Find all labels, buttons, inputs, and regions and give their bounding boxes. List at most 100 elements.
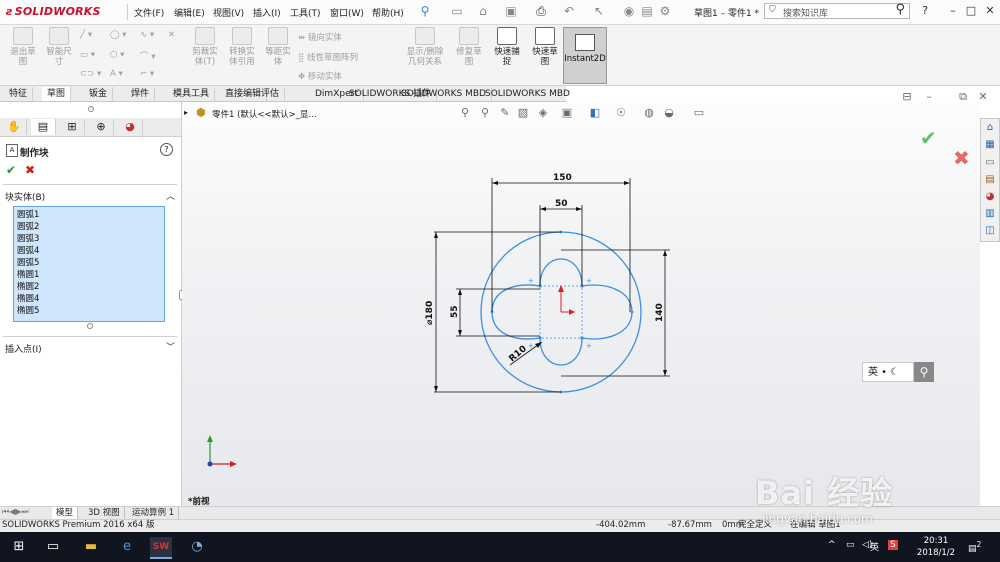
ok-check-icon[interactable]: ✔ xyxy=(6,163,16,177)
solidworks-logo[interactable]: ƨ SOLIDWORKS xyxy=(6,4,128,20)
tab-sketch[interactable]: 草图 xyxy=(42,87,72,101)
tab-surfaces[interactable]: 钣金 xyxy=(84,87,114,101)
circle-tool-icon[interactable]: ◯ ▾ xyxy=(110,30,126,40)
select-icon[interactable]: ↖ xyxy=(592,4,606,18)
dynamic-annotation-icon[interactable]: ◈ xyxy=(536,106,550,120)
menu-insert[interactable]: 插入(I) xyxy=(253,6,281,19)
file-explorer-icon[interactable]: ▭ xyxy=(983,156,997,170)
forum-icon[interactable]: ◫ xyxy=(983,224,997,238)
minimize-button[interactable]: – xyxy=(946,3,960,19)
list-resize-grip[interactable] xyxy=(87,323,93,329)
tree-expand-icon[interactable]: ▸ xyxy=(184,108,188,117)
tab-motion-study[interactable]: 运动算例 1 xyxy=(128,507,180,519)
zoom-to-fit-icon[interactable]: ⚲ xyxy=(458,106,472,120)
list-item[interactable]: 椭圆4 xyxy=(17,292,39,304)
block-entities-section[interactable]: 块实体(B) xyxy=(5,190,45,203)
line-tool-icon[interactable]: ╱ ▾ xyxy=(80,30,92,40)
apply-scene-icon[interactable]: ◒ xyxy=(662,106,676,120)
polygon-tool-icon[interactable]: ⬡ ▾ xyxy=(110,50,124,60)
rapid-sketch-button[interactable]: 快速草 图 xyxy=(528,27,562,67)
file-properties-icon[interactable]: ▤ xyxy=(640,4,654,18)
dim-55[interactable]: 55 xyxy=(450,305,460,318)
list-item[interactable]: 圆弧5 xyxy=(17,256,39,268)
quick-snaps-button[interactable]: 快速捕 捉 xyxy=(490,27,524,67)
previous-view-icon[interactable]: ✎ xyxy=(498,106,512,120)
solidworks-taskbar-icon[interactable]: SW xyxy=(150,537,172,559)
tab-3d-views[interactable]: 3D 视图 xyxy=(84,507,125,519)
view-orientation-icon[interactable]: ▣ xyxy=(560,106,574,120)
feature-manager-tab-icon[interactable]: ✋ xyxy=(2,119,27,135)
confirm-ok-icon[interactable]: ✔ xyxy=(920,126,937,150)
action-center-icon[interactable]: ▤2 xyxy=(968,540,981,554)
windows-start-icon[interactable]: ⊞ xyxy=(8,537,30,557)
tab-scroll-arrows-icon[interactable]: ⏮◀▶⏭ xyxy=(2,507,29,517)
edge-browser-icon[interactable]: e xyxy=(116,537,138,557)
dimxpert-manager-tab-icon[interactable]: ⊕ xyxy=(89,119,114,135)
sogou-icon[interactable]: S xyxy=(888,540,898,550)
menu-view[interactable]: 视图(V) xyxy=(213,6,244,19)
sketch-svg[interactable]: + + + + 150 50 ⌀180 55 140 R10 xyxy=(400,160,700,410)
spline-tool-icon[interactable]: ∿ ▾ xyxy=(140,30,154,40)
new-document-icon[interactable]: ▭ xyxy=(450,4,464,18)
dim-r10[interactable]: R10 xyxy=(508,344,529,364)
file-explorer-taskbar-icon[interactable]: ▬ xyxy=(80,537,102,557)
viewport-close-icon[interactable]: ✕ xyxy=(976,90,990,104)
list-item[interactable]: 椭圆2 xyxy=(17,280,39,292)
tray-overflow-icon[interactable]: ^ xyxy=(828,540,836,550)
design-library-icon[interactable]: ▦ xyxy=(983,138,997,152)
appearances-icon[interactable]: ◕ xyxy=(983,190,997,204)
list-item[interactable]: 圆弧4 xyxy=(17,244,39,256)
repair-sketch-button[interactable]: 修复草 图 xyxy=(452,27,486,67)
display-style-icon[interactable]: ◧ xyxy=(588,106,602,120)
instant2d-button[interactable]: Instant2D xyxy=(563,27,607,84)
custom-properties-icon[interactable]: ▥ xyxy=(983,207,997,221)
list-item[interactable]: 圆弧2 xyxy=(17,220,39,232)
rebuild-icon[interactable]: ◉ xyxy=(622,4,636,18)
display-relations-button[interactable]: 显示/删除 几何关系 xyxy=(402,27,448,67)
list-item[interactable]: 椭圆5 xyxy=(17,304,39,316)
viewport-restore-icon[interactable]: ⧉ xyxy=(956,90,970,104)
undo-icon[interactable]: ↶ xyxy=(562,4,576,18)
menu-tools[interactable]: 工具(T) xyxy=(290,6,321,19)
rectangle-tool-icon[interactable]: ▭ ▾ xyxy=(80,50,95,60)
ime-search-icon[interactable]: ⚲ xyxy=(914,362,934,382)
convert-entities-button[interactable]: 转换实 体引用 xyxy=(224,27,260,67)
panel-grip[interactable] xyxy=(88,106,94,112)
app-taskbar-icon[interactable]: ◔ xyxy=(186,537,208,557)
menu-help[interactable]: 帮助(H) xyxy=(372,6,404,19)
move-entities-button[interactable]: ✥ 移动实体 xyxy=(298,70,342,82)
linear-pattern-button[interactable]: ⣿ 线性草图阵列 xyxy=(298,51,358,63)
help-button[interactable]: ? xyxy=(918,3,932,19)
save-icon[interactable]: ▣ xyxy=(504,4,518,18)
dim-140[interactable]: 140 xyxy=(655,303,665,322)
chevron-up-icon[interactable]: ︿ xyxy=(166,189,175,202)
hide-show-items-icon[interactable]: ☉ xyxy=(614,106,628,120)
tab-features[interactable]: 特征 xyxy=(4,87,34,101)
menu-window[interactable]: 窗口(W) xyxy=(330,6,364,19)
viewport-expand-icon[interactable]: ⊟ xyxy=(900,90,914,104)
ime-toolbar[interactable]: 英 • ☾ xyxy=(862,362,914,382)
search-icon[interactable]: ⚲ xyxy=(895,2,905,17)
fillet-tool-icon[interactable]: ⌐ ▾ xyxy=(140,69,154,79)
confirm-cancel-icon[interactable]: ✖ xyxy=(953,146,970,170)
solidworks-resources-icon[interactable]: ⌂ xyxy=(983,121,997,135)
trim-entities-button[interactable]: 剪裁实 体(T) xyxy=(188,27,222,67)
feature-tree-breadcrumb[interactable]: 零件1 (默认<<默认>_显... xyxy=(212,108,317,120)
smart-dimension-button[interactable]: 智能尺 寸 xyxy=(42,27,76,67)
dim-150[interactable]: 150 xyxy=(553,173,572,183)
task-view-icon[interactable]: ▭ xyxy=(42,537,64,557)
tab-weldments[interactable]: 模具工具 xyxy=(168,87,216,101)
network-icon[interactable]: ▭ xyxy=(846,540,855,550)
view-palette-icon[interactable]: ▤ xyxy=(983,173,997,187)
offset-entities-button[interactable]: 等距实 体 xyxy=(262,27,294,67)
exit-sketch-button[interactable]: 退出草 图 xyxy=(6,27,40,67)
print-icon[interactable]: ⎙ xyxy=(534,4,548,18)
list-item[interactable]: 椭圆1 xyxy=(17,268,39,280)
tray-ime[interactable]: 英 xyxy=(870,540,879,553)
dim-diameter-180[interactable]: ⌀180 xyxy=(425,301,435,325)
mirror-entities-button[interactable]: ⇹ 镜向实体 xyxy=(298,31,342,43)
edit-appearance-icon[interactable]: ◍ xyxy=(642,106,656,120)
menu-edit[interactable]: 编辑(E) xyxy=(174,6,205,19)
point-tool-icon[interactable]: ✕ xyxy=(168,30,175,40)
tab-solidworks-mbd[interactable]: SOLIDWORKS MBD xyxy=(480,87,575,101)
